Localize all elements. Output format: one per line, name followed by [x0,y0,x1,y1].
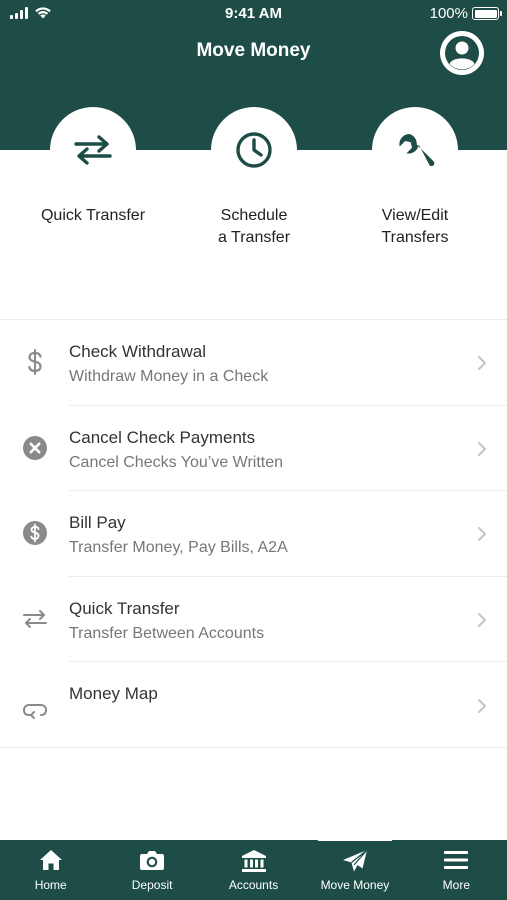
list-divider [0,746,507,748]
list-item-check-withdrawal[interactable]: Check Withdrawal Withdraw Money in a Che… [0,320,507,406]
tab-label: More [442,878,470,892]
chevron-right-icon [478,612,486,627]
profile-button[interactable] [440,31,484,75]
tab-more[interactable]: More [406,840,507,900]
paper-plane-icon [342,849,368,872]
list-item-title: Bill Pay [69,513,126,532]
schedule-transfer-label: Schedule a Transfer [217,207,291,246]
chevron-right-icon [478,699,486,713]
battery-status: 100% [429,5,502,22]
clock-icon [236,132,272,168]
battery-icon [472,7,502,20]
bank-icon [241,850,266,872]
list-item-title: Check Withdrawal [69,342,206,361]
list-item-money-map[interactable]: Money Map [0,662,507,748]
tab-label: Move Money [320,878,390,892]
list-item-cancel-check-payments[interactable]: Cancel Check Payments Cancel Checks You’… [0,406,507,491]
view-edit-transfers-action[interactable]: View/Edit Transfers [325,107,505,249]
tab-label: Deposit [131,878,173,892]
map-icon [22,697,48,723]
battery-percent: 100% [429,5,468,22]
quick-transfer-label: Quick Transfer [40,207,146,224]
chevron-right-icon [478,441,486,456]
status-bar: 9:41 AM 100% [0,0,507,28]
list-item-subtitle: Withdraw Money in a Check [69,368,269,385]
view-edit-transfers-label: View/Edit Transfers [381,207,449,246]
tab-move-money[interactable]: Move Money [304,838,405,900]
list-item-title: Quick Transfer [69,598,180,618]
page-title: Move Money [196,40,311,61]
schedule-transfer-action[interactable]: Schedule a Transfer [164,107,344,249]
quick-transfer-action[interactable]: Quick Transfer [3,107,183,227]
move-money-list: Check Withdrawal Withdraw Money in a Che… [0,319,507,748]
tab-label: Home [34,878,67,892]
chevron-right-icon [478,356,486,370]
cancel-circle-icon [22,435,48,461]
schedule-transfer-circle [211,107,297,193]
tab-label: Accounts [228,878,279,892]
dollar-circle-icon [22,520,48,546]
transfer-arrows-icon [74,135,112,165]
menu-icon [444,851,469,869]
dollar-sign-icon [22,349,48,375]
view-edit-transfers-circle [372,107,458,193]
chevron-right-icon [478,527,486,541]
list-item-title: Money Map [69,684,158,703]
list-item-subtitle: Transfer Money, Pay Bills, A2A [69,539,288,556]
user-avatar-icon [440,31,484,75]
camera-icon [140,851,165,870]
tab-deposit[interactable]: Deposit [101,840,202,900]
wrench-icon [399,133,435,167]
tab-home[interactable]: Home [0,840,101,900]
bottom-tab-bar: Home Deposit Accounts Move Money More [0,838,507,900]
list-item-quick-transfer[interactable]: Quick Transfer Transfer Between Accounts [0,577,507,662]
list-item-bill-pay[interactable]: Bill Pay Transfer Money, Pay Bills, A2A [0,491,507,577]
list-item-subtitle: Cancel Checks You’ve Written [69,453,284,471]
tab-accounts[interactable]: Accounts [203,840,304,900]
home-icon [39,850,62,870]
list-item-title: Cancel Check Payments [69,427,256,447]
transfer-arrows-icon [22,606,48,632]
list-item-subtitle: Transfer Between Accounts [69,624,265,642]
quick-transfer-circle [50,107,136,193]
